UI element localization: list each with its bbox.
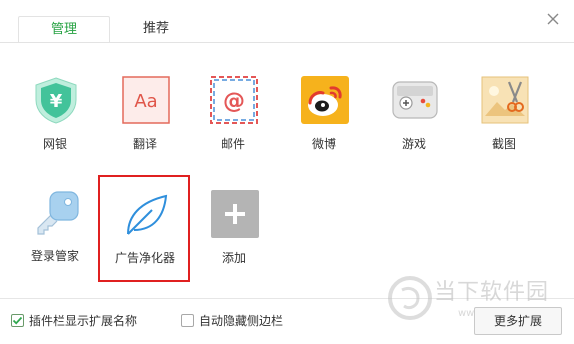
app-tile-bank[interactable]: ¥ 网银	[10, 76, 100, 176]
app-tile-add[interactable]: 添加	[189, 190, 279, 290]
tab-recommend[interactable]: 推荐	[110, 16, 202, 43]
app-label: 翻译	[132, 137, 157, 151]
app-label: 添加	[221, 251, 246, 265]
weibo-icon	[301, 76, 349, 124]
footer-divider	[0, 298, 574, 299]
app-label: 微博	[311, 137, 336, 151]
auto-hide-label: 自动隐藏侧边栏	[199, 314, 284, 328]
mail-icon-text: @	[223, 89, 245, 114]
show-names-checkbox[interactable]: 插件栏显示扩展名称	[11, 313, 151, 329]
app-tile-screenshot[interactable]: 截图	[459, 76, 549, 176]
app-label: 游戏	[401, 137, 426, 151]
app-label: 登录管家	[30, 249, 79, 263]
tab-bar: 管理 推荐	[0, 0, 574, 44]
more-extensions-button[interactable]: 更多扩展	[474, 307, 562, 335]
app-tile-login[interactable]: 登录管家	[10, 190, 100, 290]
plus-icon	[211, 190, 259, 238]
translate-icon-text: Aa	[134, 91, 157, 112]
app-tile-game[interactable]: 游戏	[369, 76, 459, 176]
screenshot-icon	[481, 76, 529, 124]
watermark-text: 当下软件园	[434, 280, 550, 305]
close-icon[interactable]	[544, 10, 562, 28]
translate-icon: Aa	[122, 76, 170, 124]
tab-manage[interactable]: 管理	[18, 16, 110, 43]
highlight-box	[98, 175, 190, 282]
app-label: 邮件	[220, 137, 245, 151]
app-label: 网银	[42, 137, 67, 151]
app-label: 截图	[491, 137, 516, 151]
mail-icon: @	[210, 76, 258, 124]
auto-hide-checkbox[interactable]: 自动隐藏侧边栏	[181, 313, 301, 329]
gamepad-icon	[391, 76, 439, 124]
show-names-label: 插件栏显示扩展名称	[29, 314, 138, 328]
checkbox-box	[11, 314, 24, 327]
svg-text:¥: ¥	[50, 91, 63, 112]
tab-divider	[0, 42, 574, 43]
checkbox-box	[181, 314, 194, 327]
app-tile-weibo[interactable]: 微博	[279, 76, 369, 176]
app-tile-mail[interactable]: @ 邮件	[188, 76, 278, 176]
key-icon	[32, 190, 80, 238]
bank-shield-icon: ¥	[32, 76, 80, 124]
app-tile-translate[interactable]: Aa 翻译	[100, 76, 190, 176]
